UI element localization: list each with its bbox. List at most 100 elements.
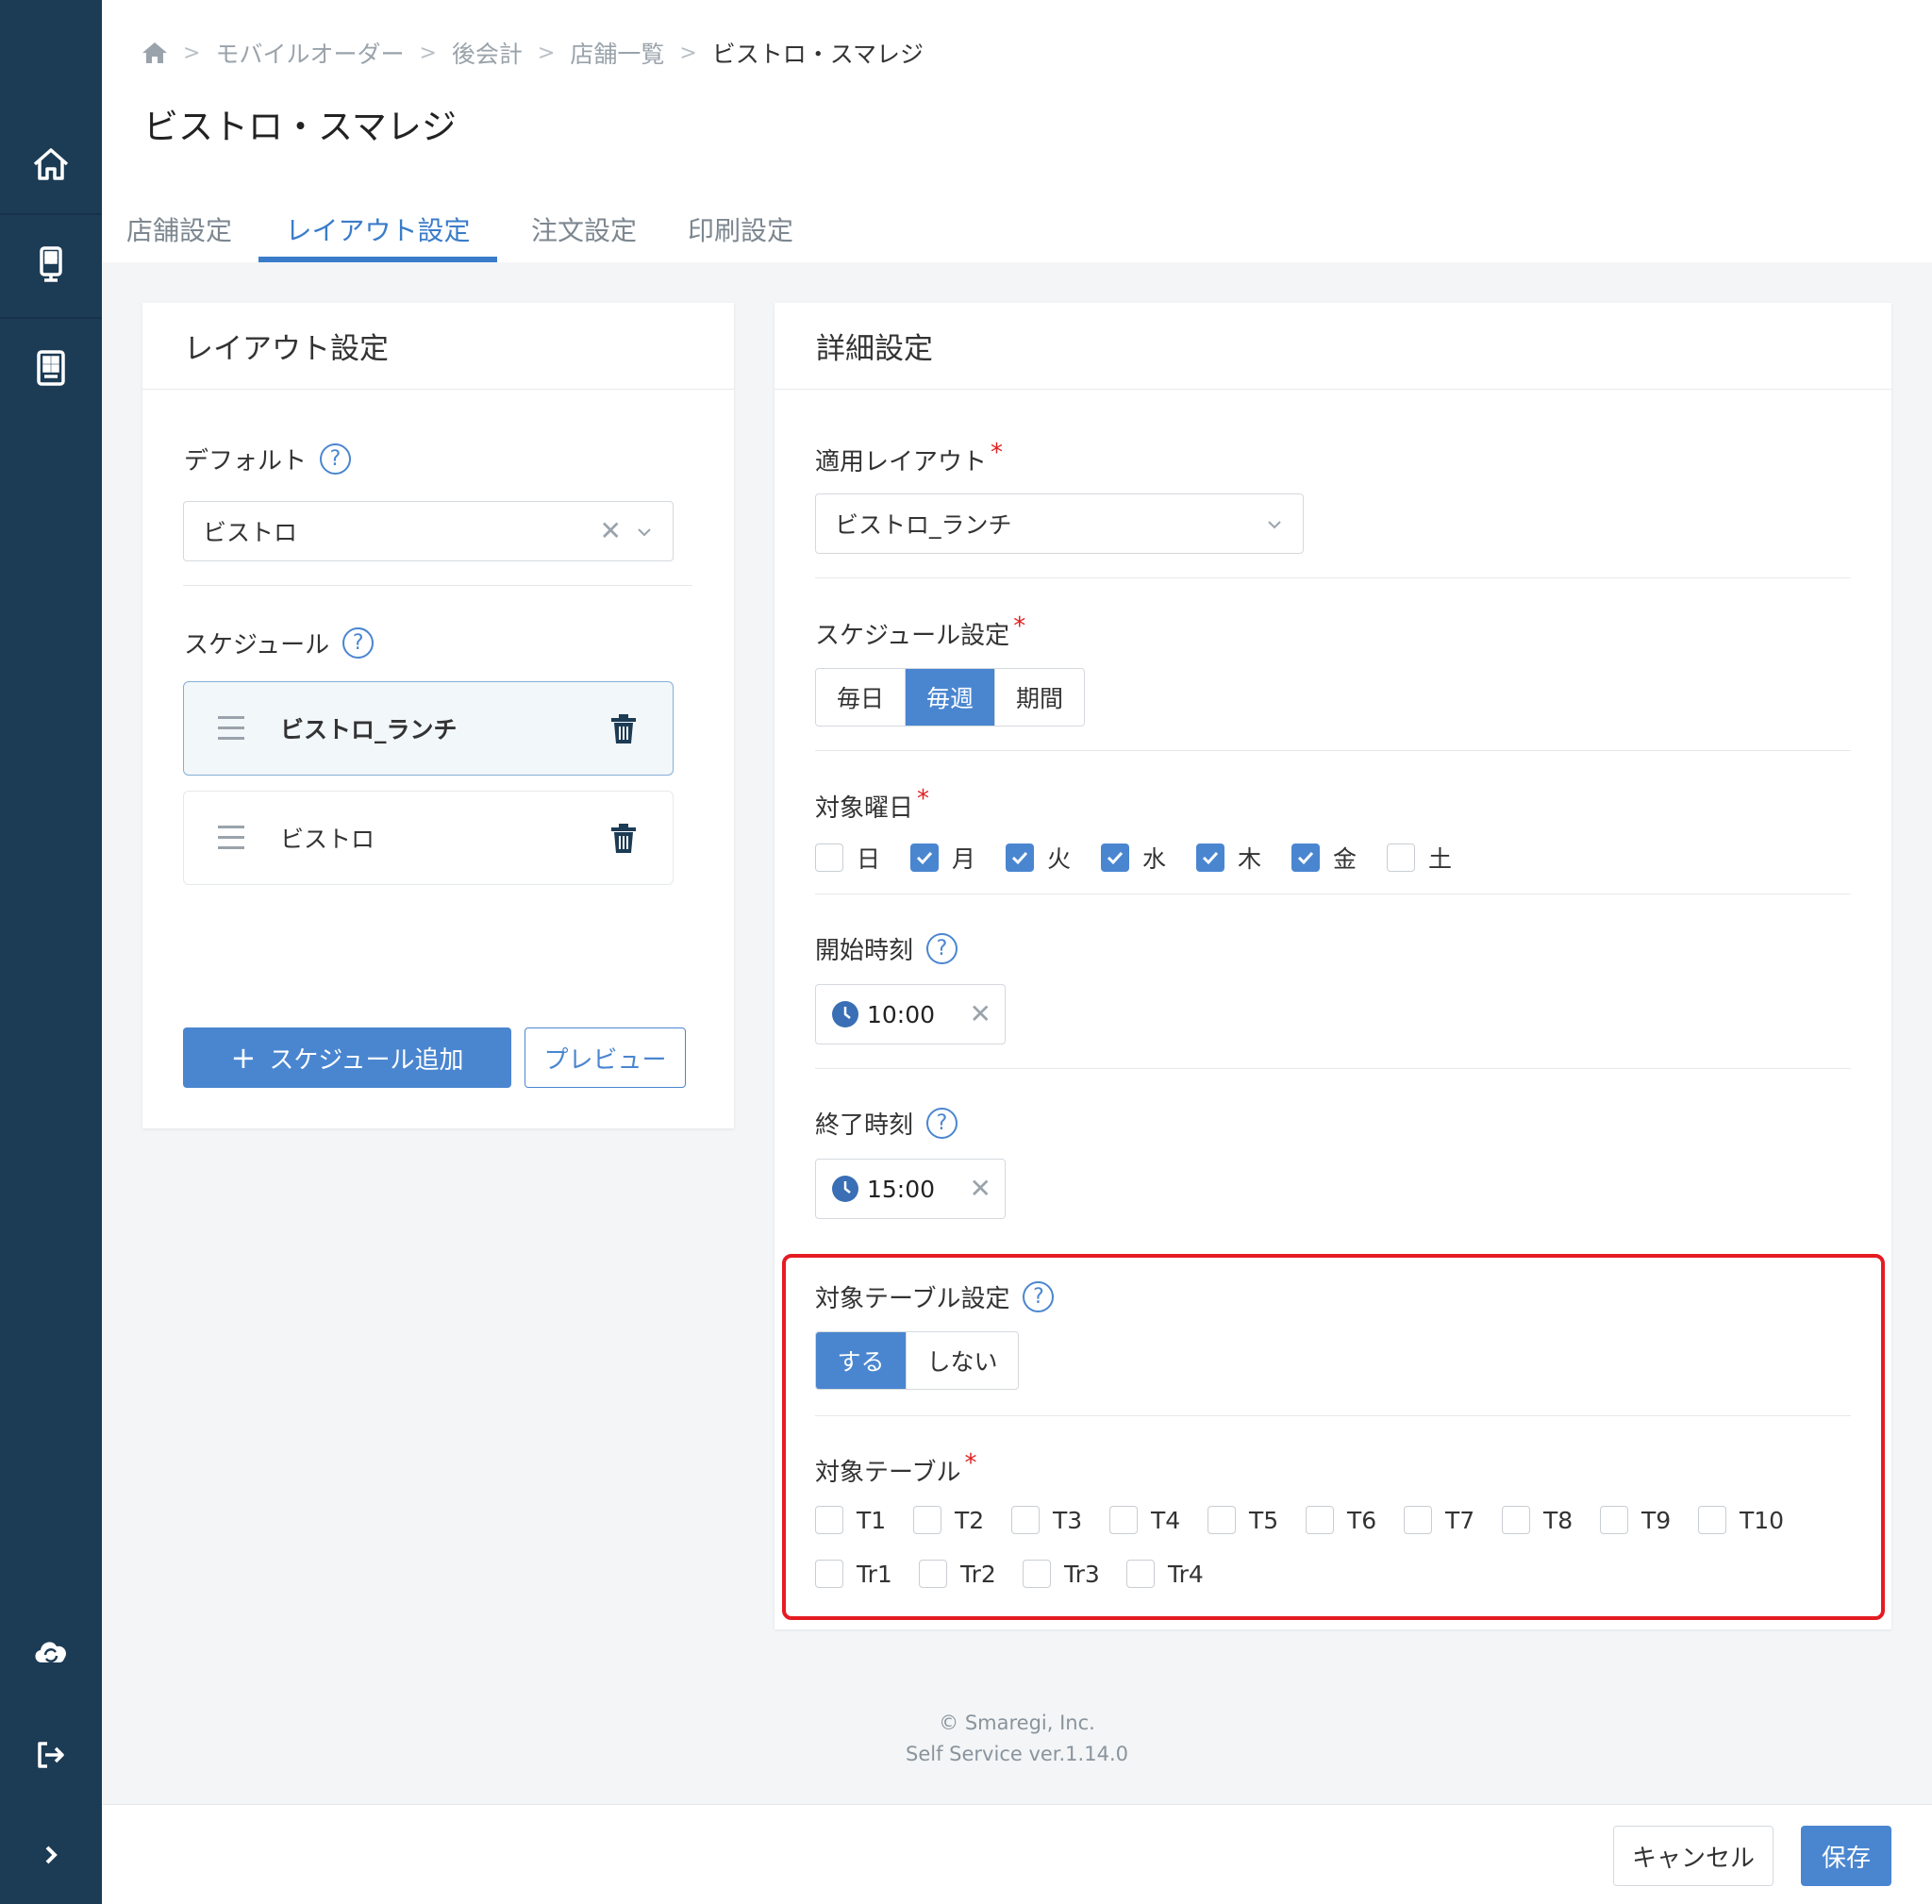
sidebar-divider [0, 317, 102, 319]
weekday-checkbox-group: 日月火水木金土 [815, 841, 1482, 875]
breadcrumb-separator: > [537, 41, 556, 65]
breadcrumb: > モバイルオーダー > 後会計 > 店舗一覧 > ビストロ・スマレジ [142, 36, 924, 70]
checkbox-icon[interactable] [1387, 843, 1415, 872]
tab-print-settings[interactable]: 印刷設定 [662, 196, 819, 262]
checkbox-checked-icon[interactable] [910, 843, 939, 872]
start-time-value: 10:00 [867, 1000, 936, 1028]
schedule-item[interactable]: ビストロ [183, 791, 674, 885]
weekday-label-text: 日 [857, 845, 881, 873]
apply-layout-label-text: 適用レイアウト [815, 448, 988, 476]
save-button[interactable]: 保存 [1801, 1826, 1891, 1886]
checkbox-checked-icon[interactable] [1196, 843, 1224, 872]
weekday-checkbox[interactable]: 日 [815, 841, 910, 875]
highlight-frame [782, 1254, 1885, 1620]
header: > モバイルオーダー > 後会計 > 店舗一覧 > ビストロ・スマレジ ビストロ… [102, 0, 1932, 262]
apply-layout-value: ビストロ_ランチ [835, 511, 1012, 539]
card-title: 詳細設定 [774, 303, 1891, 390]
cloud-sync-icon[interactable] [0, 1604, 102, 1698]
divider [183, 585, 692, 586]
clear-icon[interactable]: ✕ [600, 515, 622, 546]
breadcrumb-separator: > [183, 41, 201, 65]
tab-store-settings[interactable]: 店舗設定 [102, 196, 257, 262]
drag-handle-icon[interactable] [218, 826, 244, 857]
sidebar-divider [0, 213, 102, 215]
start-time-input[interactable]: 10:00 ✕ [815, 984, 1006, 1044]
checkbox-checked-icon[interactable] [1291, 843, 1320, 872]
schedule-label-text: スケジュール [184, 631, 330, 660]
chevron-down-icon [638, 528, 651, 537]
cancel-button[interactable]: キャンセル [1613, 1826, 1774, 1886]
drag-handle-icon[interactable] [218, 716, 244, 747]
trash-icon[interactable] [610, 824, 637, 854]
weekday-label-text: 対象曜日 [815, 794, 914, 823]
required-mark: * [991, 438, 1004, 467]
breadcrumb-separator: > [679, 41, 697, 65]
clock-icon [832, 1176, 858, 1202]
plus-icon: + [230, 1040, 257, 1076]
checkbox-checked-icon[interactable] [1101, 843, 1129, 872]
tablet-icon[interactable] [0, 321, 102, 415]
chevron-right-icon[interactable] [0, 1808, 102, 1902]
checkbox-checked-icon[interactable] [1006, 843, 1034, 872]
trash-icon[interactable] [610, 714, 637, 744]
chevron-down-icon [1268, 521, 1281, 529]
clear-icon[interactable]: ✕ [970, 1173, 991, 1204]
weekday-label-text: 火 [1047, 845, 1072, 873]
required-mark: * [1013, 611, 1026, 641]
checkbox-icon[interactable] [815, 843, 843, 872]
weekday-checkbox[interactable]: 木 [1196, 841, 1291, 875]
page-title: ビストロ・スマレジ [143, 107, 457, 147]
sidebar [0, 0, 102, 1904]
help-icon[interactable]: ? [320, 443, 352, 475]
home-icon[interactable] [0, 117, 102, 211]
copyright: © Smaregi, Inc. [939, 1712, 1095, 1734]
schedule-label: スケジュール ? [184, 626, 375, 660]
default-label: デフォルト ? [184, 442, 352, 476]
schedule-period-option[interactable]: 期間 [995, 669, 1084, 726]
end-time-input[interactable]: 15:00 ✕ [815, 1159, 1006, 1219]
start-time-label: 開始時刻 ? [815, 931, 958, 966]
add-schedule-label: スケジュール追加 [269, 1045, 464, 1075]
schedule-item[interactable]: ビストロ_ランチ [183, 681, 674, 776]
weekday-checkbox[interactable]: 金 [1291, 841, 1387, 875]
breadcrumb-item[interactable]: 後会計 [452, 36, 523, 70]
card-title: レイアウト設定 [142, 303, 734, 390]
weekday-label: 対象曜日 * [815, 785, 929, 824]
apply-layout-select[interactable]: ビストロ_ランチ [815, 493, 1304, 554]
default-layout-select[interactable]: ビストロ ✕ [183, 501, 674, 561]
help-icon[interactable]: ? [926, 933, 958, 964]
preview-button[interactable]: プレビュー [525, 1027, 686, 1088]
schedule-setting-label-text: スケジュール設定 [815, 622, 1010, 650]
kiosk-icon[interactable] [0, 217, 102, 311]
schedule-name: ビストロ_ランチ [280, 716, 458, 743]
start-time-label-text: 開始時刻 [815, 937, 914, 965]
breadcrumb-item[interactable]: 店舗一覧 [570, 36, 664, 70]
clear-icon[interactable]: ✕ [970, 998, 991, 1029]
breadcrumb-item[interactable]: モバイルオーダー [215, 36, 404, 70]
weekday-label-text: 金 [1333, 845, 1357, 873]
add-schedule-button[interactable]: + スケジュール追加 [183, 1027, 511, 1088]
apply-layout-label: 適用レイアウト * [815, 439, 1003, 477]
tab-bar: 店舗設定 レイアウト設定 注文設定 印刷設定 [102, 196, 793, 262]
weekday-checkbox[interactable]: 火 [1006, 841, 1101, 875]
weekday-label-text: 木 [1238, 845, 1262, 873]
weekday-checkbox[interactable]: 水 [1101, 841, 1196, 875]
schedule-weekly-option[interactable]: 毎週 [906, 669, 995, 726]
action-bar: キャンセル 保存 [102, 1804, 1932, 1904]
weekday-checkbox[interactable]: 土 [1387, 841, 1482, 875]
help-icon[interactable]: ? [342, 627, 375, 659]
weekday-checkbox[interactable]: 月 [910, 841, 1006, 875]
default-label-text: デフォルト [184, 447, 308, 476]
logout-icon[interactable] [0, 1708, 102, 1802]
tab-order-settings[interactable]: 注文設定 [506, 196, 662, 262]
end-time-label: 終了時刻 ? [815, 1106, 958, 1141]
schedule-type-toggle: 毎日 毎週 期間 [815, 668, 1085, 727]
divider [815, 1068, 1851, 1069]
home-icon[interactable] [142, 41, 168, 65]
weekday-label-text: 土 [1428, 845, 1453, 873]
tab-layout-settings[interactable]: レイアウト設定 [258, 196, 497, 262]
schedule-setting-label: スケジュール設定 * [815, 612, 1025, 651]
schedule-daily-option[interactable]: 毎日 [816, 669, 906, 726]
breadcrumb-separator: > [419, 41, 437, 65]
help-icon[interactable]: ? [926, 1108, 958, 1139]
